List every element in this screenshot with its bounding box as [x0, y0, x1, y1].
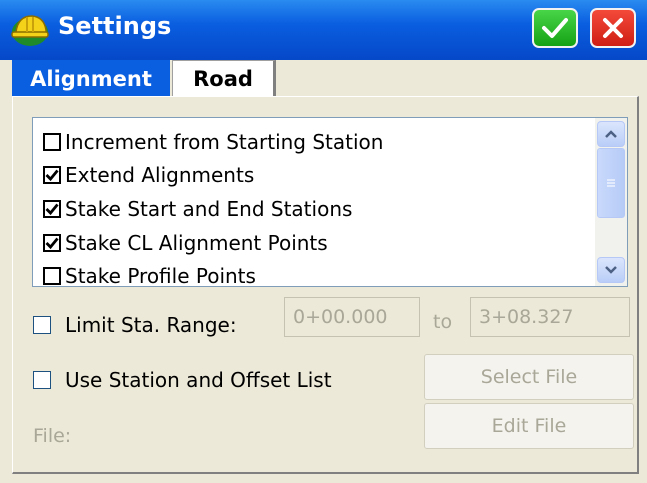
- close-button[interactable]: [590, 8, 636, 48]
- select-file-label: Select File: [480, 366, 578, 388]
- range-to-value: 3+08.327: [479, 306, 574, 328]
- hardhat-icon: [11, 15, 49, 46]
- checkmark-icon: [542, 18, 568, 38]
- window-title: Settings: [58, 12, 172, 40]
- list-item-stake-start-end[interactable]: Stake Start and End Stations: [43, 193, 352, 225]
- ok-button[interactable]: [532, 8, 578, 48]
- range-from-value: 0+00.000: [293, 306, 388, 328]
- list-item-label: Stake Profile Points: [65, 264, 256, 288]
- range-to-label: to: [433, 311, 453, 333]
- checkbox[interactable]: [43, 267, 61, 285]
- chevron-up-icon: [605, 130, 617, 138]
- tab-alignment[interactable]: Alignment: [12, 60, 170, 97]
- station-offset-option[interactable]: Use Station and Offset List: [33, 368, 332, 392]
- range-from-field[interactable]: 0+00.000: [284, 297, 420, 337]
- list-item-stake-profile[interactable]: Stake Profile Points: [43, 260, 256, 292]
- scroll-thumb[interactable]: [597, 148, 625, 218]
- checkbox[interactable]: [43, 234, 61, 252]
- close-icon: [603, 18, 623, 38]
- title-bar: Settings: [0, 0, 647, 60]
- scroll-down-button[interactable]: [597, 257, 625, 283]
- list-item-label: Extend Alignments: [65, 163, 255, 187]
- checkmark-icon: [45, 237, 59, 250]
- tab-alignment-label: Alignment: [30, 66, 152, 91]
- checkbox[interactable]: [43, 166, 61, 184]
- checkbox[interactable]: [43, 200, 61, 218]
- stake-options-list[interactable]: Increment from Starting Station Extend A…: [32, 117, 628, 288]
- list-item-label: Stake CL Alignment Points: [65, 231, 328, 255]
- list-item-label: Increment from Starting Station: [65, 130, 384, 154]
- range-to-field[interactable]: 3+08.327: [470, 297, 630, 337]
- list-item-extend-alignments[interactable]: Extend Alignments: [43, 159, 254, 191]
- checkmark-icon: [45, 169, 59, 182]
- chevron-down-icon: [605, 266, 617, 274]
- limit-range-option[interactable]: Limit Sta. Range:: [33, 313, 237, 337]
- edit-file-button[interactable]: Edit File: [424, 403, 634, 449]
- station-offset-label: Use Station and Offset List: [65, 368, 332, 392]
- tab-road-label: Road: [193, 67, 253, 91]
- list-item-increment[interactable]: Increment from Starting Station: [43, 126, 383, 158]
- checkbox[interactable]: [43, 133, 61, 151]
- select-file-button[interactable]: Select File: [424, 354, 634, 400]
- edit-file-label: Edit File: [491, 415, 567, 437]
- file-label: File:: [33, 425, 72, 447]
- tab-road[interactable]: Road: [172, 60, 276, 97]
- grip-icon: [607, 179, 615, 187]
- list-item-stake-cl-points[interactable]: Stake CL Alignment Points: [43, 227, 328, 259]
- limit-range-label: Limit Sta. Range:: [65, 313, 237, 337]
- vertical-scrollbar[interactable]: [595, 118, 627, 286]
- list-item-label: Stake Start and End Stations: [65, 197, 353, 221]
- scroll-up-button[interactable]: [597, 121, 625, 147]
- limit-range-checkbox[interactable]: [33, 316, 51, 334]
- checkmark-icon: [45, 203, 59, 216]
- station-offset-checkbox[interactable]: [33, 371, 51, 389]
